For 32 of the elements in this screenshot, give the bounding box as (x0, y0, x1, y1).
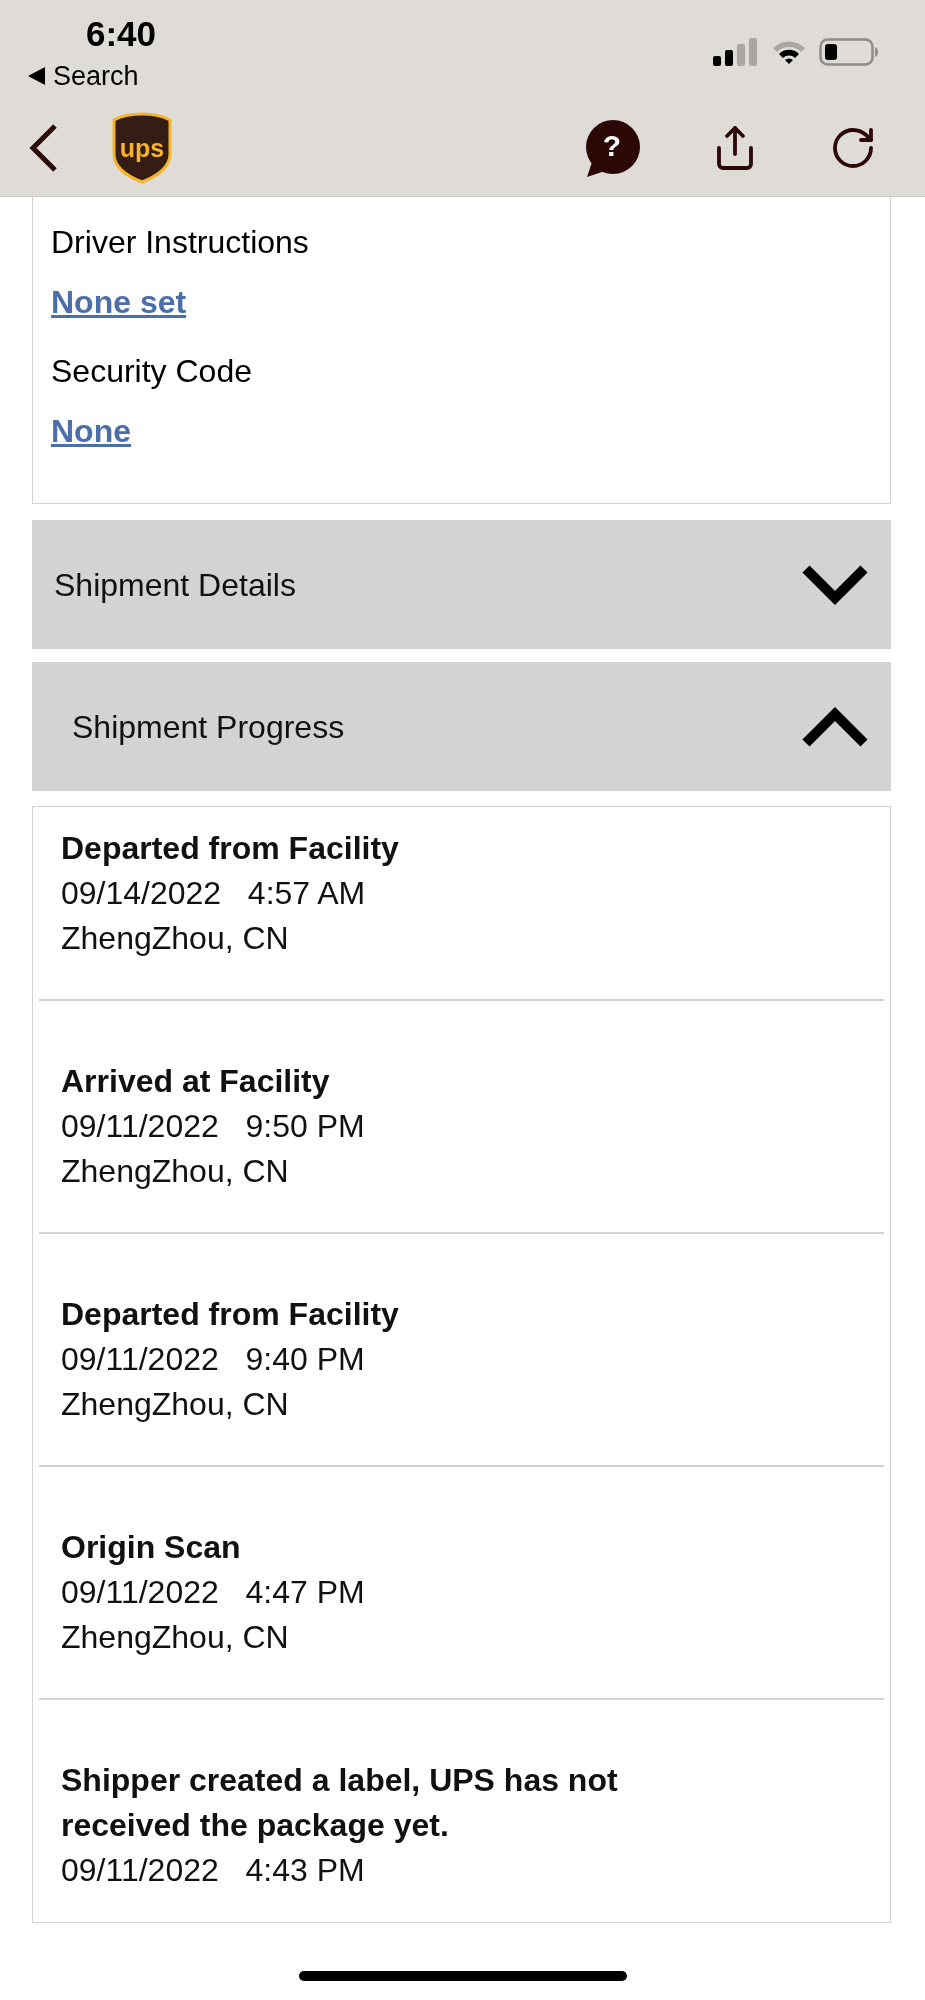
chevron-down-icon (801, 562, 869, 607)
event-status: Departed from Facility (61, 829, 400, 868)
shield-logo: ups (111, 112, 173, 184)
battery-icon (819, 38, 879, 66)
event-location: ZhengZhou, CN (61, 1618, 289, 1657)
event-datetime: 09/14/2022 4:57 AM (61, 874, 366, 913)
back-triangle-icon (28, 67, 45, 85)
event-location: ZhengZhou, CN (61, 1385, 289, 1424)
chevron-up-icon (801, 704, 869, 749)
help-button[interactable]: ? (583, 119, 641, 177)
wifi-icon (771, 39, 807, 65)
back-chevron-icon (28, 123, 58, 173)
speech-bubble-icon (583, 119, 641, 177)
event-datetime: 09/11/2022 4:43 PM (61, 1851, 365, 1890)
event-location: ZhengZhou, CN (61, 1152, 289, 1191)
section-header[interactable]: Shipment Details (32, 520, 891, 649)
event-datetime: 09/11/2022 9:50 PM (61, 1107, 365, 1146)
event-datetime: 09/11/2022 4:47 PM (61, 1573, 365, 1612)
option-label: Security Code (51, 352, 252, 391)
option-label: Driver Instructions (51, 223, 309, 262)
event-status: Origin Scan (61, 1528, 242, 1567)
status-time: 6:40 (86, 14, 157, 54)
option-link[interactable]: None set (51, 282, 187, 322)
event-location: ZhengZhou, CN (61, 919, 289, 958)
back-to-app-link[interactable]: Search (28, 61, 139, 91)
signal-icon (713, 38, 759, 66)
event-status: Departed from Facility (61, 1295, 400, 1334)
event-status: Shipper created a label, UPS has not received the package yet. (61, 1761, 619, 1845)
event-datetime: 09/11/2022 9:40 PM (61, 1340, 365, 1379)
option-link[interactable]: None (51, 411, 131, 451)
section-header[interactable]: Shipment Progress (32, 662, 891, 791)
event-status: Arrived at Facility (61, 1062, 331, 1101)
